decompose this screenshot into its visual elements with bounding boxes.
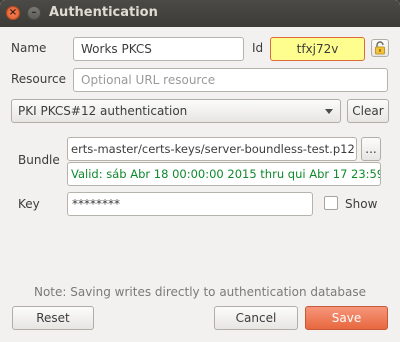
resource-label: Resource [11,72,67,86]
cancel-button[interactable]: Cancel [214,306,298,330]
close-icon[interactable]: × [6,6,20,20]
bundle-path-field[interactable]: erts-master/certs-keys/server-boundless-… [67,137,357,161]
show-key-label: Show [345,197,378,211]
browse-button[interactable]: ... [361,137,381,161]
reset-button-label: Reset [36,311,70,325]
id-label: Id [252,41,264,55]
save-button-label: Save [331,311,362,325]
key-label: Key [18,197,40,211]
clear-button-label: Clear [352,104,384,118]
lock-button[interactable] [371,39,389,57]
name-label: Name [11,41,47,55]
resource-input[interactable]: Optional URL resource [73,68,388,92]
browse-button-label: ... [365,142,377,156]
clear-button[interactable]: Clear [347,99,389,123]
id-field[interactable]: tfxj72v [270,37,365,61]
bundle-path-value: erts-master/certs-keys/server-boundless-… [71,142,355,156]
show-key-checkbox[interactable] [324,196,338,210]
bundle-validity-field: Valid: sáb Abr 18 00:00:00 2015 thru qui… [67,162,381,186]
auth-method-select[interactable]: PKI PKCS#12 authentication [11,99,341,123]
resource-placeholder: Optional URL resource [81,73,216,87]
name-field[interactable]: Works PKCS [73,37,244,61]
key-value: ******** [72,197,120,211]
auth-method-value: PKI PKCS#12 authentication [18,104,188,118]
lock-icon [375,41,385,55]
bundle-validity-text: Valid: sáb Abr 18 00:00:00 2015 thru qui… [71,167,381,181]
save-button[interactable]: Save [305,306,388,330]
chevron-down-icon [325,109,333,114]
window-title: Authentication [49,5,158,20]
minimize-icon[interactable]: – [27,6,41,20]
bundle-label: Bundle [18,153,60,167]
id-value: tfxj72v [296,42,339,56]
reset-button[interactable]: Reset [12,306,94,330]
titlebar: × – Authentication [0,0,400,27]
key-input[interactable]: ******** [67,192,313,216]
save-note: Note: Saving writes directly to authenti… [33,285,367,299]
name-value: Works PKCS [81,42,152,56]
cancel-button-label: Cancel [235,311,277,325]
authentication-dialog: × – Authentication Name Works PKCS Id tf… [0,0,400,342]
